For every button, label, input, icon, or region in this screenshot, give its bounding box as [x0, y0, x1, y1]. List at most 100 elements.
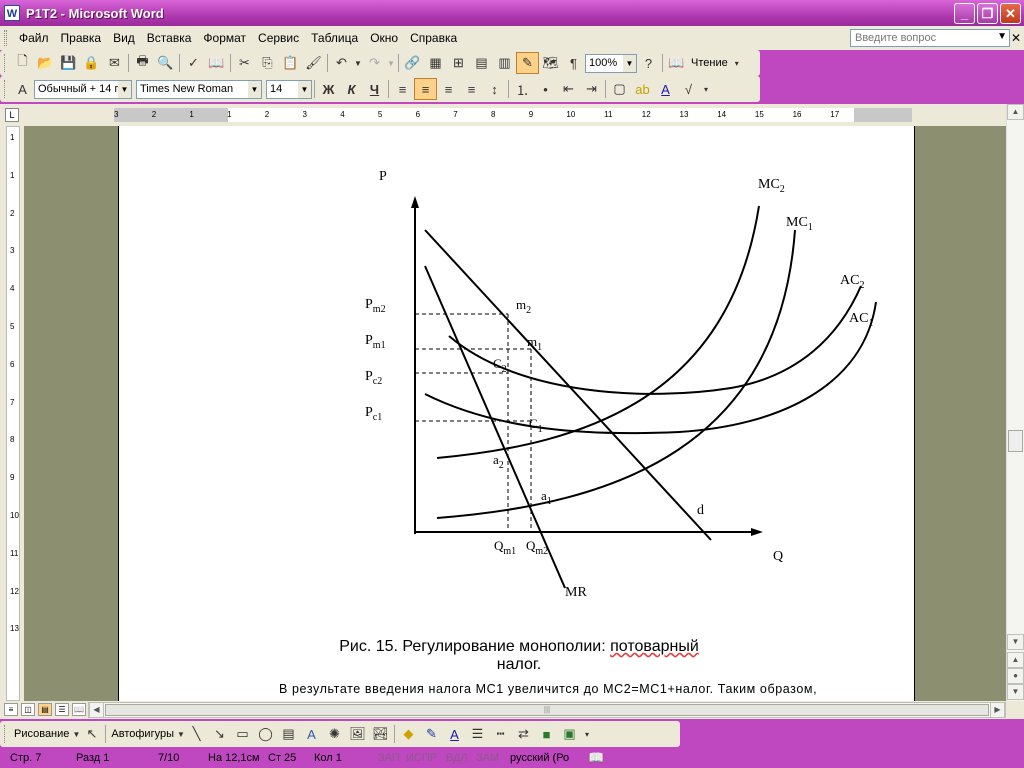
menu-edit[interactable]: Правка: [55, 31, 108, 45]
read-mode-button[interactable]: Чтение: [688, 57, 731, 69]
font-color-icon[interactable]: A: [654, 78, 677, 100]
outline-view-icon[interactable]: ☰: [55, 703, 69, 716]
picture-icon[interactable]: 🏞: [369, 723, 392, 745]
underline-button[interactable]: Ч: [363, 78, 386, 100]
menu-tools[interactable]: Сервис: [252, 31, 305, 45]
line-style-icon[interactable]: ☰: [466, 723, 489, 745]
print-layout-icon[interactable]: ▤: [38, 703, 52, 716]
zoom-select[interactable]: 100% ▼: [585, 53, 637, 73]
cut-icon[interactable]: ✂: [233, 52, 256, 74]
vertical-scrollbar[interactable]: ▲ ▼ ▲ ● ▼: [1006, 104, 1024, 701]
select-objects-icon[interactable]: ↖: [80, 723, 103, 745]
rectangle-icon[interactable]: ▭: [231, 723, 254, 745]
status-record[interactable]: ЗАП: [378, 752, 400, 764]
insert-table-icon[interactable]: ⊞: [447, 52, 470, 74]
toolbar-grip[interactable]: [4, 80, 7, 98]
3d-style-icon[interactable]: ▣: [558, 723, 581, 745]
scroll-left-icon[interactable]: ◀: [89, 702, 104, 718]
chevron-down-icon[interactable]: ▼: [118, 80, 131, 98]
undo-dropdown-icon[interactable]: ▼: [353, 52, 363, 74]
autoshapes-menu-button[interactable]: Автофигуры: [108, 728, 177, 740]
chevron-down-icon[interactable]: ▼: [623, 54, 636, 72]
toolbar-grip[interactable]: [4, 725, 7, 743]
help-question-input[interactable]: Введите вопрос ▼: [850, 29, 1010, 47]
arrow-icon[interactable]: ↘: [208, 723, 231, 745]
menu-table[interactable]: Таблица: [305, 31, 364, 45]
oval-icon[interactable]: ◯: [254, 723, 277, 745]
paste-icon[interactable]: 📋: [279, 52, 302, 74]
numbering-icon[interactable]: ⒈: [511, 78, 534, 100]
save-icon[interactable]: 💾: [57, 52, 80, 74]
justify-icon[interactable]: ≡: [460, 78, 483, 100]
horizontal-scrollbar[interactable]: ◀ ||| ▶: [88, 702, 1006, 718]
arrow-style-icon[interactable]: ⇄: [512, 723, 535, 745]
show-formatting-icon[interactable]: ¶: [562, 52, 585, 74]
align-right-icon[interactable]: ≡: [437, 78, 460, 100]
highlight-icon[interactable]: ab: [631, 78, 654, 100]
web-view-icon[interactable]: ◫: [21, 703, 35, 716]
font-size-select[interactable]: 14 ▼: [266, 79, 312, 99]
select-browse-object-icon[interactable]: ●: [1007, 668, 1024, 684]
menu-view[interactable]: Вид: [107, 31, 141, 45]
textbox-icon[interactable]: ▤: [277, 723, 300, 745]
read-mode-icon[interactable]: 📖: [665, 52, 688, 74]
close-document-icon[interactable]: ✕: [1011, 31, 1021, 45]
font-color-icon[interactable]: A: [443, 723, 466, 745]
chevron-down-icon[interactable]: ▼: [298, 80, 311, 98]
chevron-down-icon[interactable]: ▼: [177, 723, 185, 745]
tab-selector[interactable]: L: [5, 108, 19, 122]
horizontal-scroll-thumb[interactable]: |||: [105, 704, 989, 716]
scroll-right-icon[interactable]: ▶: [990, 702, 1005, 718]
menu-help[interactable]: Справка: [404, 31, 463, 45]
bold-button[interactable]: Ж: [317, 78, 340, 100]
status-extend[interactable]: ВДЛ: [446, 752, 468, 764]
previous-page-icon[interactable]: ▲: [1007, 652, 1024, 668]
menu-window[interactable]: Окно: [364, 31, 404, 45]
chevron-down-icon[interactable]: ▼: [248, 80, 261, 98]
open-folder-icon[interactable]: 📂: [34, 52, 57, 74]
tables-borders-icon[interactable]: ▦: [424, 52, 447, 74]
normal-view-icon[interactable]: ≡: [4, 703, 18, 716]
reading-view-icon[interactable]: 📖: [72, 703, 86, 716]
font-select[interactable]: Times New Roman ▼: [136, 79, 262, 99]
copy-icon[interactable]: ⎘: [256, 52, 279, 74]
horizontal-ruler[interactable]: 3 2 1 1 2 3 4 5 6 7 8 9 10 11 12 13 14 15 16 17: [114, 108, 912, 122]
line-icon[interactable]: ╲: [185, 723, 208, 745]
restore-button[interactable]: ❐: [977, 3, 998, 24]
styles-formatting-icon[interactable]: A: [11, 78, 34, 100]
print-icon[interactable]: 🖶: [131, 52, 154, 74]
spelling-status-icon[interactable]: 📖: [588, 750, 604, 766]
toolbar-grip[interactable]: [4, 54, 7, 72]
chevron-down-icon[interactable]: ▼: [997, 31, 1007, 42]
document-page[interactable]: P Q Pm2 Pm1 Pc2 Pc1 Qm1 Qm2 MC2 MC1 AC2 AC1 d MR m2 m1 C…: [118, 126, 915, 701]
equation-icon[interactable]: √: [677, 78, 700, 100]
fill-color-icon[interactable]: ◆: [397, 723, 420, 745]
word-app-icon[interactable]: W: [4, 5, 20, 21]
vertical-ruler[interactable]: 1 1 2 3 4 5 6 7 8 9 10 11 12 13: [6, 126, 20, 701]
scroll-down-icon[interactable]: ▼: [1007, 634, 1024, 650]
columns-icon[interactable]: ▥: [493, 52, 516, 74]
redo-icon[interactable]: ↷: [363, 52, 386, 74]
insert-excel-icon[interactable]: ▤: [470, 52, 493, 74]
borders-icon[interactable]: ▢: [608, 78, 631, 100]
help-icon[interactable]: ?: [637, 52, 660, 74]
diagram-icon[interactable]: ✺: [323, 723, 346, 745]
align-center-icon[interactable]: ≡: [414, 78, 437, 100]
decrease-indent-icon[interactable]: ⇤: [557, 78, 580, 100]
redo-dropdown-icon[interactable]: ▼: [386, 52, 396, 74]
close-button[interactable]: ✕: [1000, 3, 1021, 24]
print-preview-icon[interactable]: 🔍: [154, 52, 177, 74]
menu-insert[interactable]: Вставка: [141, 31, 198, 45]
increase-indent-icon[interactable]: ⇥: [580, 78, 603, 100]
wordart-icon[interactable]: A: [300, 723, 323, 745]
menu-format[interactable]: Формат: [197, 31, 252, 45]
status-language[interactable]: русский (Ро: [510, 752, 569, 764]
next-page-icon[interactable]: ▼: [1007, 684, 1024, 700]
toolbar-options-icon[interactable]: ▾: [731, 52, 743, 74]
line-color-icon[interactable]: ✎: [420, 723, 443, 745]
undo-icon[interactable]: ↶: [330, 52, 353, 74]
minimize-button[interactable]: _: [954, 3, 975, 24]
hyperlink-icon[interactable]: 🔗: [401, 52, 424, 74]
document-map-icon[interactable]: 🗺: [539, 52, 562, 74]
status-track-changes[interactable]: ИСПР: [406, 752, 437, 764]
